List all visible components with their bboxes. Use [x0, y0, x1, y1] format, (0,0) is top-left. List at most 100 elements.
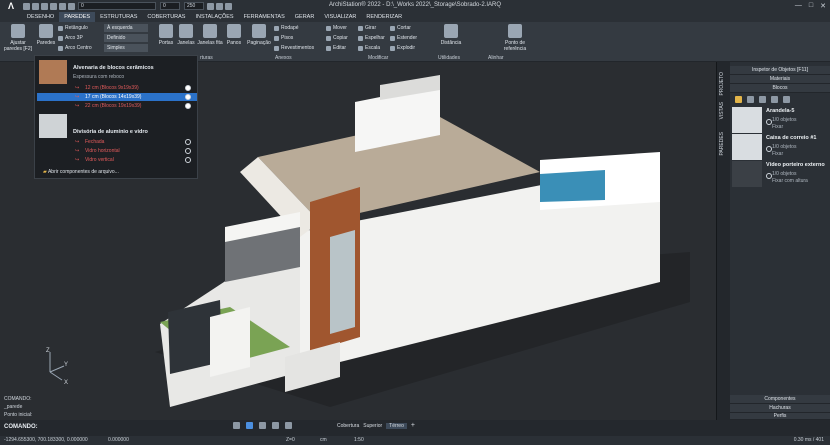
menu-visualizar[interactable]: VISUALIZAR [319, 12, 361, 22]
measure-icon[interactable] [216, 2, 223, 10]
tab-superior[interactable]: Superior [363, 423, 382, 429]
layer-select[interactable]: 0 [78, 2, 156, 10]
tab-componentes[interactable]: Componentes [730, 395, 830, 404]
view-icon[interactable] [233, 422, 240, 429]
layers-icon[interactable] [272, 422, 279, 429]
tab-blocos[interactable]: Blocos [730, 84, 830, 93]
menu-renderizar[interactable]: RENDERIZAR [361, 12, 407, 22]
tab-perfis[interactable]: Perfis [730, 413, 830, 420]
radio-vidro-vertical[interactable] [185, 157, 191, 163]
save-icon[interactable] [41, 2, 48, 10]
radio-22cm[interactable] [185, 103, 191, 109]
block-item[interactable]: Caixa de correio #1 1/0 objetos Fixar [732, 134, 828, 160]
explodir-button[interactable]: Explodir [390, 45, 415, 51]
partition-option-fechada[interactable]: ↪ Fechada [37, 138, 197, 146]
scale-readout[interactable]: 1:50 [354, 436, 364, 445]
maximize-icon[interactable]: □ [809, 2, 813, 10]
janelas-button[interactable]: Janelas [176, 24, 196, 46]
new-icon[interactable] [747, 96, 754, 103]
panel-icon [227, 24, 241, 38]
partition-option-vidro-horizontal[interactable]: ↪ Vidro horizontal [37, 147, 197, 155]
escala-button[interactable]: Escala [358, 45, 380, 51]
menu-coberturas[interactable]: COBERTURAS [142, 12, 190, 22]
menu-gerar[interactable]: GERAR [290, 12, 320, 22]
delete-icon[interactable] [783, 96, 790, 103]
tab-cobertura[interactable]: Cobertura [337, 423, 359, 429]
distancia-button[interactable]: Distância [438, 24, 464, 46]
partition-option-vidro-vertical[interactable]: ↪ Vidro vertical [37, 156, 197, 164]
retangulo-button[interactable]: Retângulo [58, 25, 88, 31]
arco3p-button[interactable]: Arco 3P [58, 35, 83, 41]
app-logo: Λ [7, 1, 14, 11]
minimize-icon[interactable]: — [795, 2, 802, 10]
rodape-button[interactable]: Rodapé [274, 25, 299, 31]
new-file-icon[interactable] [23, 2, 30, 10]
arco-centro-button[interactable]: Arco Centro [58, 45, 92, 51]
render-icon[interactable] [285, 422, 292, 429]
pencil-icon[interactable] [207, 2, 214, 10]
radio-fechada[interactable] [185, 139, 191, 145]
move-icon [326, 25, 331, 31]
pisos-button[interactable]: Pisos [274, 35, 293, 41]
tab-hachuras[interactable]: Hachuras [730, 404, 830, 413]
tab-terreo[interactable]: Térreo [386, 422, 407, 429]
box-icon[interactable] [259, 422, 266, 429]
mover-button[interactable]: Mover [326, 25, 347, 31]
wall-option-17cm[interactable]: ↪ 17 cm (Blocos 14x19x39) [37, 93, 197, 101]
inspector-toolbar [734, 96, 791, 103]
ponto-referencia-button[interactable]: Ponto de referência [500, 24, 530, 52]
cortar-button[interactable]: Cortar [390, 25, 411, 31]
alignment-select[interactable]: À esquerda [104, 24, 148, 32]
edit-icon[interactable] [771, 96, 778, 103]
tab-materiais[interactable]: Materiais [730, 75, 830, 84]
zoom-icon[interactable] [225, 2, 232, 10]
add-tab-icon[interactable]: + [411, 422, 415, 429]
vtab-projeto[interactable]: PROJETO [719, 72, 725, 96]
block-item[interactable]: Vídeo porteiro externo 1/0 objetos Fixar… [732, 161, 828, 187]
command-prompt[interactable]: COMANDO: [4, 424, 38, 430]
save-icon[interactable] [759, 96, 766, 103]
vtab-vistas[interactable]: VISTAS [719, 102, 725, 119]
unit-readout[interactable]: cm [320, 436, 327, 445]
wall-option-12cm[interactable]: ↪ 12 cm (Blocos 9x19x39) [37, 84, 197, 92]
redo-icon[interactable] [68, 2, 75, 10]
radio-vidro-horizontal[interactable] [185, 148, 191, 154]
zoom-field[interactable]: 250 [184, 2, 204, 10]
home-icon[interactable] [246, 422, 253, 429]
type-select[interactable]: Simples [104, 44, 148, 52]
close-icon[interactable]: ✕ [820, 2, 826, 10]
radio-12cm[interactable] [185, 85, 191, 91]
paredes-button[interactable]: Paredes [36, 24, 56, 46]
espelhar-button[interactable]: Espelhar [358, 35, 385, 41]
menu-instalacoes[interactable]: INSTALAÇÕES [190, 12, 238, 22]
height-select[interactable]: Definido [104, 34, 148, 42]
panos-button[interactable]: Panos [224, 24, 244, 46]
girar-button[interactable]: Girar [358, 25, 376, 31]
portas-button[interactable]: Portas [156, 24, 176, 46]
estender-button[interactable]: Estender [390, 35, 417, 41]
print-icon[interactable] [50, 2, 57, 10]
paginacao-button[interactable]: Paginação [246, 24, 272, 46]
menu-desenho[interactable]: DESENHO [22, 12, 59, 22]
radio-17cm[interactable] [185, 94, 191, 100]
tile-layout-icon [252, 24, 266, 38]
block-item[interactable]: Arandela-5 1/0 objetos Fixar [732, 107, 828, 133]
open-file-icon[interactable] [32, 2, 39, 10]
block-thumbnail [732, 161, 762, 187]
open-components-link[interactable]: ▰ Abrir componentes de arquivo... [43, 169, 119, 175]
janelas-fita-button[interactable]: Janelas fita [196, 24, 224, 46]
menu-estruturas[interactable]: ESTRUTURAS [95, 12, 142, 22]
layer2-select[interactable]: 0 [160, 2, 180, 10]
menu-ferramentas[interactable]: FERRAMENTAS [239, 12, 290, 22]
wall-option-22cm[interactable]: ↪ 22 cm (Blocos 19x19x39) [37, 102, 197, 110]
folder-icon[interactable] [735, 96, 742, 103]
menu-paredes[interactable]: PAREDES [59, 12, 96, 22]
vtab-paredes[interactable]: PAREDES [719, 132, 725, 156]
ajustar-paredes-button[interactable]: Ajustar paredes [F2] [2, 24, 34, 52]
menu-bar: DESENHO PAREDES ESTRUTURAS COBERTURAS IN… [0, 12, 830, 22]
editar-button[interactable]: Editar [326, 45, 346, 51]
door-icon [159, 24, 173, 38]
undo-icon[interactable] [59, 2, 66, 10]
revestimentos-button[interactable]: Revestimentos [274, 45, 314, 51]
copiar-button[interactable]: Copiar [326, 35, 348, 41]
